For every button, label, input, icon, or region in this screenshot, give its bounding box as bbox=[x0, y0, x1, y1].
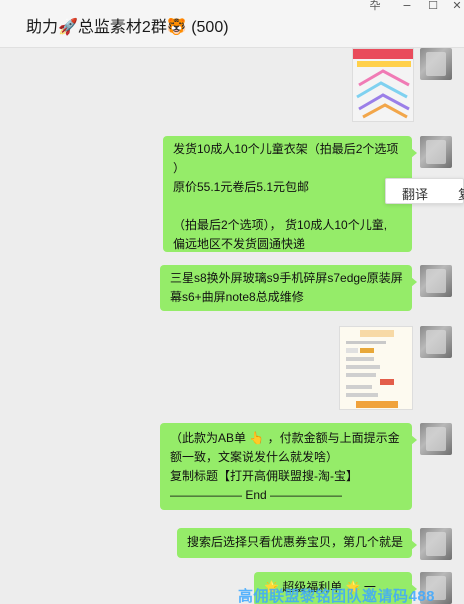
message-line: 偏远地区不发货圆通快递 bbox=[173, 237, 306, 251]
avatar[interactable] bbox=[420, 326, 452, 358]
avatar[interactable] bbox=[420, 423, 452, 455]
close-icon[interactable]: ✕ bbox=[446, 0, 464, 14]
message-line: 三星s8换外屏玻璃s9手机碎屏s7edge原装屏 bbox=[170, 271, 403, 285]
message-line: ） bbox=[173, 161, 186, 175]
avatar[interactable] bbox=[420, 528, 452, 560]
maximize-icon[interactable]: ☐ bbox=[422, 0, 444, 14]
product-image[interactable] bbox=[352, 48, 414, 122]
message-line: （拍最后2个选项）， 货10成人10个儿童, bbox=[173, 218, 388, 232]
avatar[interactable] bbox=[420, 48, 452, 80]
copy-option[interactable]: 复 bbox=[458, 184, 464, 203]
message-line: 发货10成人10个儿童衣架（拍最后2个选项 bbox=[173, 142, 399, 156]
chat-area[interactable]: 发货10成人10个儿童衣架（拍最后2个选项 ） 原价55.1元卷后5.1元包邮 … bbox=[0, 48, 464, 604]
message-line: （此款为AB单 👆 ，付款金额与上面提示金 bbox=[170, 431, 400, 445]
coupon-screenshot-image bbox=[340, 327, 412, 409]
context-menu: 翻译 复 bbox=[385, 178, 464, 204]
message-line: 原价55.1元卷后5.1元包邮 bbox=[173, 180, 310, 194]
message-line: 幕s6+曲屏note8总成维修 bbox=[170, 290, 304, 304]
watermark: 高佣联盟黎铭团队邀请码488 bbox=[238, 588, 436, 604]
chat-title: 助力🚀总监素材2群🐯 (500) bbox=[26, 19, 229, 36]
message-bubble[interactable]: 发货10成人10个儿童衣架（拍最后2个选项 ） 原价55.1元卷后5.1元包邮 … bbox=[163, 136, 417, 252]
message-bubble[interactable]: 搜索后选择只看优惠券宝贝，第几个就是 bbox=[177, 528, 417, 558]
message-line: —————— End —————— bbox=[170, 488, 343, 502]
message-line bbox=[173, 197, 402, 216]
minimize-icon[interactable]: − bbox=[396, 0, 418, 14]
avatar[interactable] bbox=[420, 136, 452, 168]
message-line: 额一致，文案说发什么就发啥） bbox=[170, 450, 339, 464]
translate-option[interactable]: 翻译 bbox=[402, 184, 428, 203]
pin-icon[interactable]: 卆 bbox=[364, 0, 386, 14]
message-bubble[interactable]: （此款为AB单 👆 ，付款金额与上面提示金 额一致，文案说发什么就发啥） 复制标… bbox=[160, 423, 417, 510]
message-line: 搜索后选择只看优惠券宝贝，第几个就是 bbox=[187, 535, 404, 549]
title-bar: 助力🚀总监素材2群🐯 (500) 卆 − ☐ ✕ bbox=[0, 0, 464, 48]
avatar[interactable] bbox=[420, 265, 452, 297]
coupon-image[interactable] bbox=[339, 326, 413, 410]
message-bubble[interactable]: 三星s8换外屏玻璃s9手机碎屏s7edge原装屏 幕s6+曲屏note8总成维修 bbox=[160, 265, 417, 311]
message-line: 复制标题【打开高佣联盟搜-淘-宝】 bbox=[170, 469, 358, 483]
hanger-product-image bbox=[353, 49, 413, 121]
